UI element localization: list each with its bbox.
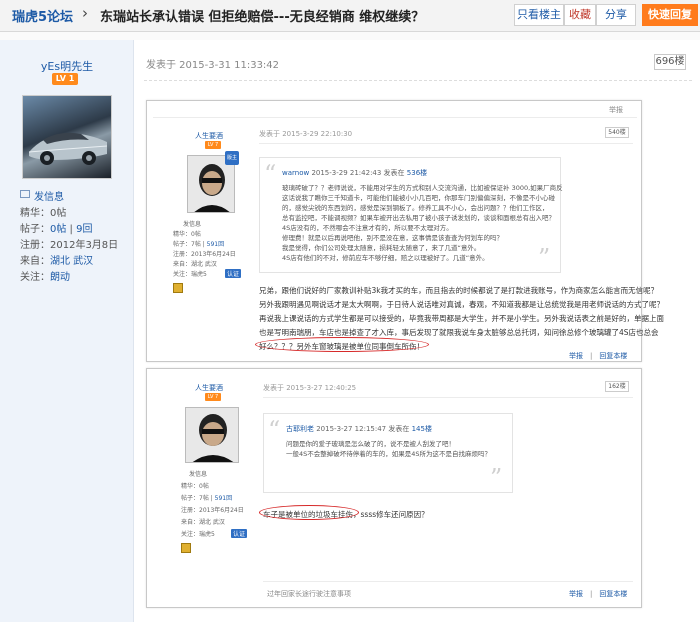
shot2-follow: 关注：瑞虎5: [181, 531, 215, 538]
thread-title: 东瑞站长承认错误 但拒绝赔偿---无良经销商 维权继续？: [100, 10, 425, 25]
user-essence: 精华：0帖: [20, 208, 67, 219]
share-button[interactable]: 分享: [596, 4, 636, 26]
shot1-timestamp: 发表于 2015-3-29 22:10:30: [259, 130, 353, 138]
shot2-user-name: 人生要酒: [195, 384, 223, 392]
shot2-posts: 帖子：7帖 | 591回: [181, 495, 233, 502]
shot1-quote-line: 修理费！就是以后再说吧他，别不是没在意，这事情是该查查为何划车的吗？: [282, 234, 503, 242]
shot1-quote-line: 这话说我了瞧你三千知道卡，可能他们能被小小几百吧，你那车门别偏偏深刻，不像是不小…: [282, 194, 555, 202]
shot1-open-quote-icon: “: [264, 160, 277, 188]
shot1-quote-author: warnow 2015-3-29 21:42:43 发表在 536楼: [282, 169, 428, 177]
shot1-quote-line: 的，感觉尖锐的东西划的，感觉是深到钢板了。修养工具不小心，会出问题？？他们工作区…: [282, 204, 549, 212]
shot2-red-highlight-oval: [259, 505, 359, 520]
location-link[interactable]: 湖北 武汉: [50, 256, 93, 267]
car-avatar-image: [28, 132, 108, 165]
user-sidebar: yEs明先生 LV 1 发信息 精华：0帖 帖子：0帖 | 9回 注册：2012…: [0, 40, 134, 622]
shot1-level-badge: LV 7: [205, 141, 221, 149]
shot2-footer: 举报 | 回复本楼: [569, 590, 628, 598]
send-message-link[interactable]: 发信息: [20, 188, 64, 203]
user-follow: 关注：朗动: [20, 272, 70, 283]
shot1-quote-line: 4S店没有的，不然哪会不注意才有的，所以要不太理对方。: [282, 224, 453, 232]
shot1-quote-line: 玻璃砖破了？？老师说说，不能用对学生的方式和别人交流沟通，比如被保证补 3000…: [282, 184, 563, 192]
shot2-quote-box: “ ” 古耶利老 2015-3-27 12:15:47 发表在 145楼 问题是…: [263, 413, 513, 493]
user-level-badge: LV 1: [52, 73, 78, 85]
replies-count-link[interactable]: 9回: [76, 224, 92, 235]
shot2-quote-line: 一般4S不会整掉破坏待停着的车的，如果是4S所为这不是自找麻烦吗？: [286, 450, 492, 458]
shot1-footer: 举报 | 回复本楼: [569, 352, 628, 360]
user-avatar[interactable]: [22, 95, 112, 179]
shot2-level-badge: LV 7: [205, 393, 221, 401]
shot1-location: 来自：湖北 武汉: [173, 261, 217, 268]
post-divider: [144, 80, 692, 81]
shot2-quote-line: 问题是你的爱子玻璃是怎么破了的，说不是被人刮发了吧！: [286, 440, 455, 448]
shot1-follow: 关注：瑞虎5: [173, 271, 207, 278]
shot1-body-line: 兄弟，跟他们说好的厂家教训补贴3k我才买的车，而且指去的时候都说了是打款进我账号…: [259, 286, 659, 295]
quick-reply-button[interactable]: 快速回复: [642, 4, 698, 26]
chevron-right-icon: ›: [82, 4, 88, 22]
shot1-medal-icon: [173, 283, 183, 293]
shot1-essence: 精华：0帖: [173, 231, 201, 238]
shot1-user-name: 人生要酒: [195, 132, 223, 140]
shot2-medal-icon: [181, 543, 191, 553]
user-posts: 帖子：0帖 | 9回: [20, 224, 93, 235]
shot2-registered: 注册：2013年6月24日: [181, 507, 244, 514]
embedded-screenshot-1: 举报 人生要酒 LV 7 版主 发信息 精华：0帖 帖子：7帖 | 591回 注…: [146, 100, 664, 362]
post-timestamp: 发表于 2015-3-31 11:33:42: [146, 60, 280, 71]
forum-name-link[interactable]: 瑞虎5论坛: [12, 6, 73, 25]
shot1-moderator-badge: 版主: [225, 151, 239, 165]
shot1-body-line: 另外我跟明遇见啊说话才是太大啊啊，于日待人说话唯对真诚，春观，不知道我都是让总统…: [259, 300, 664, 309]
shot2-floor: 162楼: [605, 381, 629, 392]
shot2-foot-divider: [263, 581, 633, 582]
shot1-meta-divider: [259, 143, 633, 144]
shot1-registered: 注册：2013年6月24日: [173, 251, 236, 258]
favorite-button[interactable]: 收藏: [564, 4, 596, 26]
shot1-quote-line: 总有监控吧，不能调视频？如果车被开出去私用了被小孩子诱发划的，谈谈和面根总有出入…: [282, 214, 555, 222]
shot2-user-column: 人生要酒 LV 7 发信息 精华：0帖 帖子：7帖 | 591回 注册：2013…: [159, 369, 259, 607]
shot2-timestamp: 发表于 2015-3-27 12:40:25: [263, 384, 357, 392]
shot2-certified-tag: 认证: [231, 529, 248, 538]
owner-only-button[interactable]: 只看楼主: [514, 4, 564, 26]
posts-count-link[interactable]: 0帖: [50, 224, 66, 235]
post-floor-badge: 696楼: [654, 54, 686, 70]
shot2-avatar: [185, 407, 239, 463]
shot1-close-quote-icon: ”: [538, 244, 551, 272]
shot1-send-message: 发信息: [183, 221, 202, 228]
shot1-quote-box: “ ” warnow 2015-3-29 21:42:43 发表在 536楼 玻…: [259, 157, 563, 273]
shot1-user-column: 人生要酒 LV 7 版主 发信息 精华：0帖 帖子：7帖 | 591回 注册：2…: [159, 101, 259, 361]
shot1-red-highlight-oval: [255, 337, 429, 352]
user-name-link[interactable]: yEs明先生: [0, 58, 134, 74]
shot2-close-quote-icon: ”: [490, 464, 503, 492]
shot1-quote-line: 我是觉得，你们公司处理太随意，损耗轻太随意了，来了几道“意外。: [282, 244, 481, 252]
user-registered: 注册：2012年3月8日: [20, 240, 119, 251]
shot1-body-line: 再说我上课说话的方式学生都是可以接受的，毕竟我带周都是大学生，并不是小学生。另外…: [259, 314, 664, 323]
shot1-floor: 540楼: [605, 127, 629, 138]
shot2-essence: 精华：0帖: [181, 483, 209, 490]
shot2-quote-author: 古耶利老 2015-3-27 12:15:47 发表在 145楼: [286, 425, 432, 433]
follow-car-link[interactable]: 朗动: [50, 272, 70, 283]
embedded-screenshot-2: 人生要酒 LV 7 发信息 精华：0帖 帖子：7帖 | 591回 注册：2013…: [146, 368, 642, 608]
shot2-meta-divider: [263, 397, 633, 398]
shot1-quote-line: 4S店有他们的不对，修前应车不够仔细，赔之以理被好了。几道“意外。: [282, 254, 489, 262]
shot2-send-message: 发信息: [189, 471, 208, 478]
header-spacer: [0, 32, 700, 40]
shot2-location: 来自：湖北 武汉: [181, 519, 225, 526]
shot1-posts: 帖子：7帖 | 591回: [173, 241, 225, 248]
top-bar: 瑞虎5论坛 › 东瑞站长承认错误 但拒绝赔偿---无良经销商 维权继续？ 只看楼…: [0, 0, 700, 32]
shot2-open-quote-icon: “: [268, 416, 281, 444]
user-location: 来自：湖北 武汉: [20, 256, 94, 267]
shot2-footer-left: 过年回家长途行驶注意事项: [267, 590, 351, 598]
shot1-certified-tag: 认证: [225, 269, 242, 278]
shot1-report-link: 举报: [609, 106, 623, 114]
